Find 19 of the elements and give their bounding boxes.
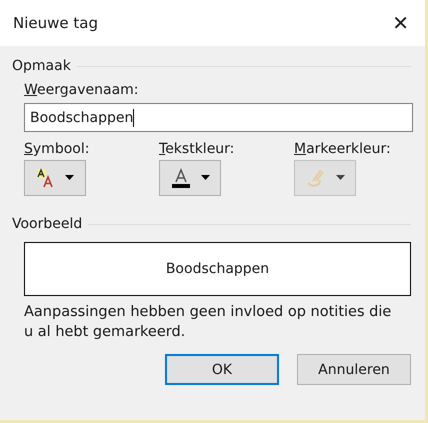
picker-label: Markeerkleur: (294, 141, 391, 157)
group-title: Opmaak (12, 58, 71, 74)
cancel-button[interactable]: Annuleren (297, 354, 411, 385)
preview-text: Boodschappen (166, 261, 270, 277)
picker-label: Tekstkleur: (159, 141, 234, 157)
picker-label: Symbool: (24, 141, 90, 157)
name-input-field[interactable]: Boodschappen (24, 103, 413, 132)
info-text: Aanpassingen hebben geen invloed op notities die u al hebt gemarkeerd. (24, 303, 392, 342)
caret-icon (65, 175, 74, 181)
symbol-dropdown-button[interactable] (24, 160, 86, 196)
close-button[interactable]: ✕ (388, 11, 413, 35)
group-title: Voorbeeld (12, 216, 82, 232)
ok-button[interactable]: OK (165, 354, 279, 385)
window-title: Nieuwe tag (13, 14, 98, 32)
caret-icon (201, 175, 210, 181)
text-color-dropdown-button[interactable] (159, 160, 221, 196)
field-label: Weergavenaam: (24, 82, 139, 98)
caret-icon (336, 175, 345, 181)
font-color-icon (170, 167, 192, 189)
